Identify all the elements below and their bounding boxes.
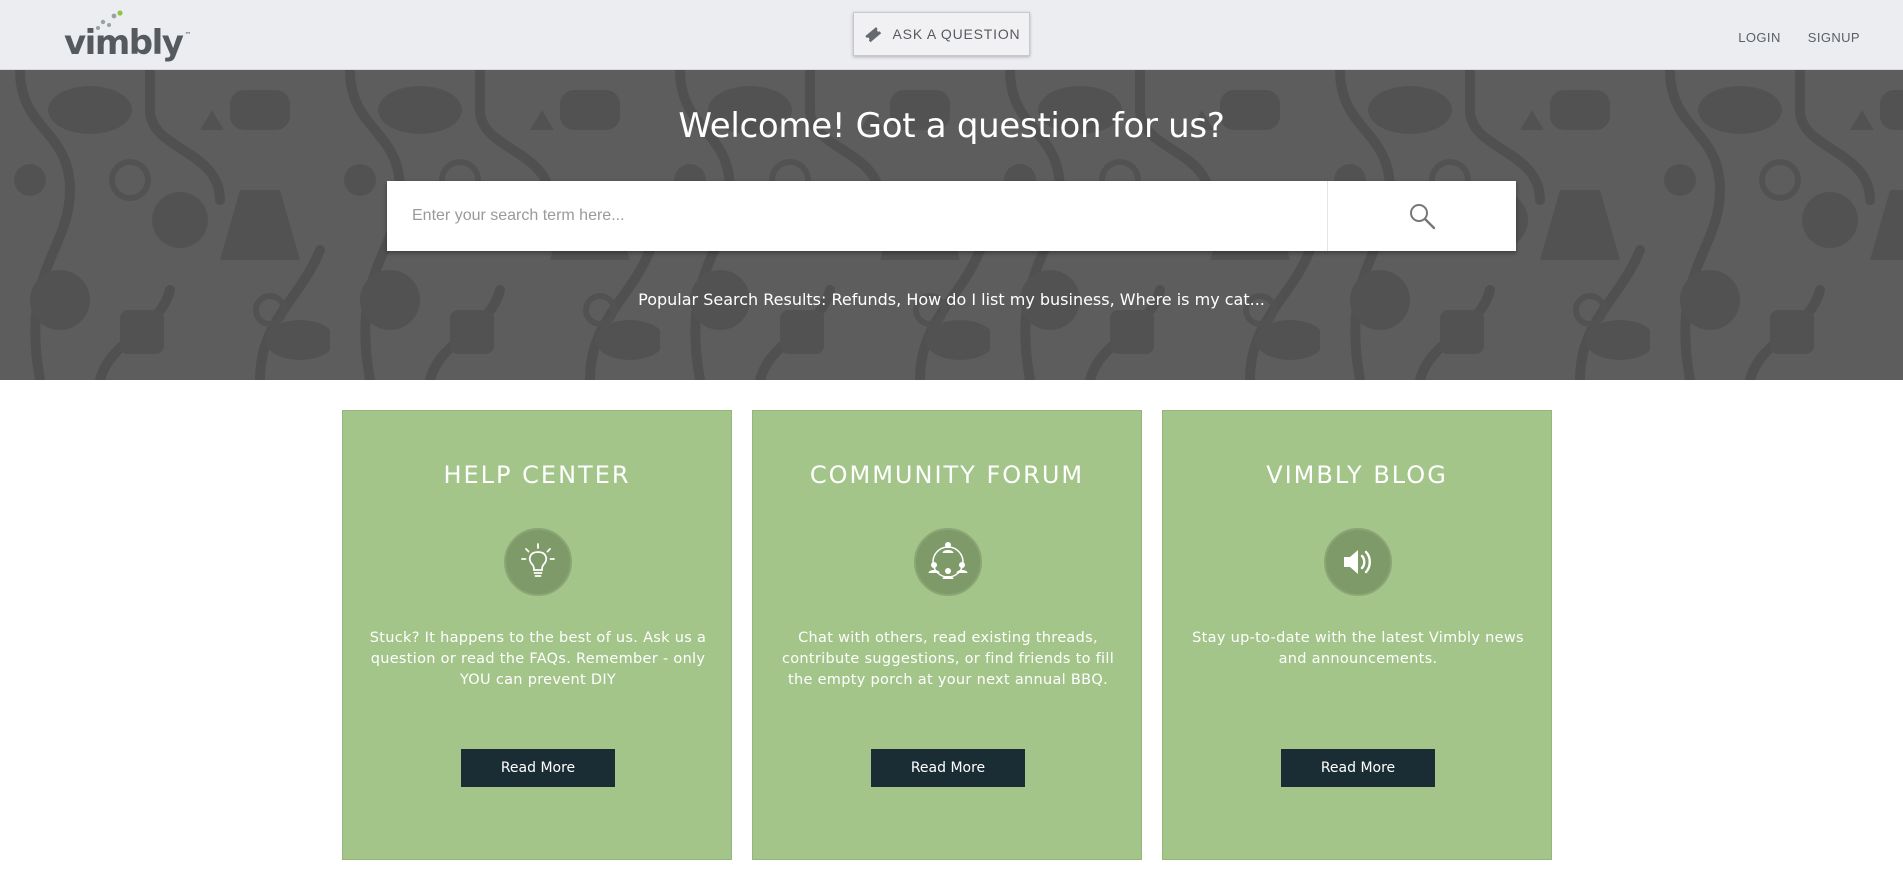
logo-wordmark: vimbly ™ — [64, 23, 192, 63]
top-header: vimbly ™ ASK A QUESTION LOGIN SIGNUP — [0, 0, 1903, 70]
vimbly-blog-card: VIMBLY BLOG Stay up-to-date with the lat… — [1162, 410, 1552, 860]
auth-nav: LOGIN SIGNUP — [1738, 30, 1860, 45]
hero-title: Welcome! Got a question for us? — [678, 106, 1225, 146]
card-title: HELP CENTER — [443, 461, 631, 489]
card-description: Stay up-to-date with the latest Vimbly n… — [1192, 630, 1524, 667]
ask-question-label: ASK A QUESTION — [892, 26, 1021, 42]
community-network-icon — [914, 528, 982, 596]
help-center-read-more-button[interactable]: Read More — [461, 749, 615, 787]
ticket-icon — [864, 27, 881, 43]
card-description: Stuck? It happens to the best of us. Ask… — [369, 630, 707, 688]
hero-banner: Welcome! Got a question for us? Popular … — [0, 70, 1903, 380]
card-description: Chat with others, read existing threads,… — [781, 630, 1115, 688]
community-forum-read-more-button[interactable]: Read More — [871, 749, 1025, 787]
lightbulb-icon — [504, 528, 572, 596]
signup-link[interactable]: SIGNUP — [1808, 30, 1860, 45]
vimbly-logo[interactable]: vimbly ™ — [64, 10, 192, 63]
card-title: VIMBLY BLOG — [1266, 461, 1448, 489]
speaker-icon — [1324, 528, 1392, 596]
popular-searches[interactable]: Popular Search Results: Refunds, How do … — [0, 290, 1903, 309]
ask-question-button[interactable]: ASK A QUESTION — [853, 12, 1030, 56]
vimbly-blog-read-more-button[interactable]: Read More — [1281, 749, 1435, 787]
search-bar — [387, 181, 1516, 251]
login-link[interactable]: LOGIN — [1738, 30, 1780, 45]
search-icon — [1410, 204, 1436, 230]
search-button[interactable] — [1327, 181, 1516, 251]
help-center-card: HELP CENTER Stuck? It happens to the bes… — [342, 410, 732, 860]
search-input[interactable] — [387, 181, 1327, 251]
community-forum-card: COMMUNITY FORUM Chat with others, read e… — [752, 410, 1142, 860]
card-title: COMMUNITY FORUM — [809, 461, 1085, 489]
